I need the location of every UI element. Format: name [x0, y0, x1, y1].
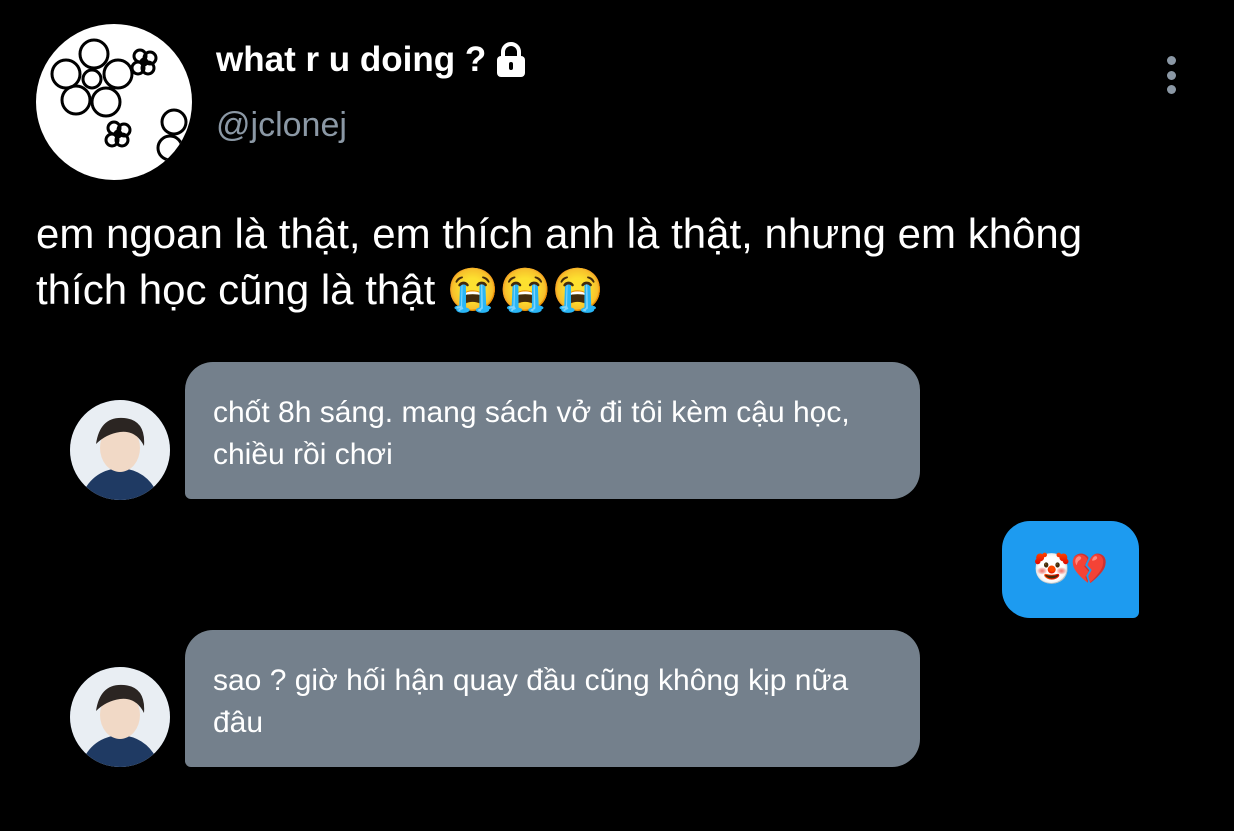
- tweet-screenshot: what r u doing ? @jclonej em ngoan là th…: [0, 0, 1234, 831]
- chat-avatar: [70, 667, 170, 767]
- profile-avatar[interactable]: [36, 24, 192, 180]
- lock-icon: [494, 41, 528, 79]
- display-name-text: what r u doing ?: [216, 40, 487, 79]
- flower-doodle-icon: [50, 38, 188, 162]
- more-vertical-icon[interactable]: [1156, 52, 1186, 98]
- user-handle[interactable]: @jclonej: [216, 106, 347, 145]
- message-bubble-incoming: sao ? giờ hối hận quay đầu cũng không kị…: [185, 630, 920, 767]
- message-bubble-incoming: chốt 8h sáng. mang sách vở đi tôi kèm cậ…: [185, 362, 920, 499]
- message-bubble-outgoing: 🤡💔: [1002, 521, 1139, 618]
- message-text: 🤡💔: [1033, 552, 1108, 587]
- more-dot: [1166, 85, 1176, 94]
- chat-avatar: [70, 400, 170, 500]
- more-dot: [1166, 56, 1176, 65]
- more-dot: [1166, 70, 1176, 80]
- tweet-text: em ngoan là thật, em thích anh là thật, …: [36, 210, 1083, 313]
- display-name: what r u doing ?: [216, 40, 528, 80]
